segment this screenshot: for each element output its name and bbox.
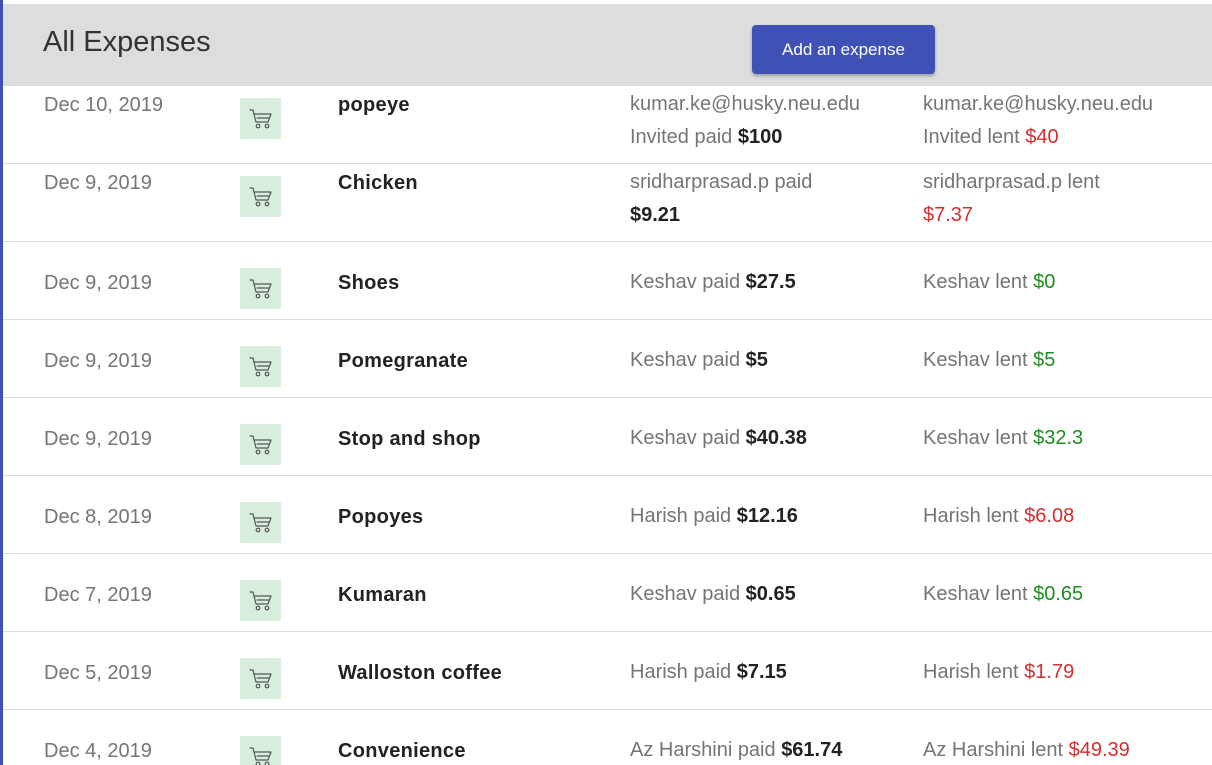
expense-row[interactable]: Dec 9, 2019 Chicken sridharprasad.p paid $… bbox=[3, 164, 1212, 242]
expenses-app: All Expenses Add an expense Dec 10, 2019… bbox=[0, 0, 1212, 765]
page-header: All Expenses Add an expense bbox=[3, 4, 1212, 86]
lent-info-label: Harish lent bbox=[923, 661, 1025, 683]
expense-date: Dec 10, 2019 bbox=[44, 94, 163, 116]
paid-info-amount: $100 bbox=[737, 126, 783, 148]
lent-info: kumar.ke@husky.neu.edu Invited lent $40 bbox=[923, 88, 1212, 154]
lent-info-amount: $0 bbox=[1033, 271, 1056, 293]
lent-info-amount: $49.39 bbox=[1068, 739, 1130, 761]
paid-info: Harish paid $12.16 bbox=[630, 500, 910, 533]
expense-row[interactable]: Dec 9, 2019 Stop and shop Keshav paid $40.… bbox=[3, 398, 1212, 476]
expense-description: Shoes bbox=[338, 272, 400, 294]
expense-date: Dec 9, 2019 bbox=[44, 350, 152, 372]
expense-description: Chicken bbox=[338, 172, 418, 194]
lent-info-amount: $40 bbox=[1025, 126, 1059, 148]
shopping-cart-icon bbox=[240, 98, 281, 139]
paid-info-label: Keshav paid bbox=[630, 583, 746, 605]
paid-info-label: Az Harshini paid bbox=[630, 739, 782, 761]
shopping-cart-icon bbox=[240, 176, 281, 217]
expense-row[interactable]: Dec 10, 2019 popeye kumar.ke@husky.neu.edu… bbox=[3, 86, 1212, 164]
shopping-cart-icon bbox=[240, 658, 281, 699]
expense-row[interactable]: Dec 9, 2019 Pomegranate Keshav paid $5 Kesh… bbox=[3, 320, 1212, 398]
paid-info-label: Harish paid bbox=[630, 505, 737, 527]
expense-row[interactable]: Dec 9, 2019 Shoes Keshav paid $27.5 Keshav … bbox=[3, 242, 1212, 320]
shopping-cart-icon bbox=[240, 346, 281, 387]
paid-info-label: Harish paid bbox=[630, 661, 737, 683]
paid-info-amount: $40.38 bbox=[745, 427, 807, 449]
paid-info: Keshav paid $40.38 bbox=[630, 422, 910, 455]
expense-date: Dec 4, 2019 bbox=[44, 740, 152, 762]
paid-info: Harish paid $7.15 bbox=[630, 656, 910, 689]
paid-info-label: Invited paid bbox=[630, 126, 738, 148]
lent-info-amount: $0.65 bbox=[1033, 583, 1084, 605]
paid-info: Az Harshini paid $61.74 bbox=[630, 734, 910, 765]
lent-info: Keshav lent $5 bbox=[923, 344, 1212, 377]
expense-description: Walloston coffee bbox=[338, 662, 503, 684]
lent-info-label: Keshav lent bbox=[923, 349, 1034, 371]
lent-info: Keshav lent $0 bbox=[923, 266, 1212, 299]
lent-info-label: Invited lent bbox=[923, 126, 1026, 148]
paid-info-email: kumar.ke@husky.neu.edu bbox=[630, 93, 861, 115]
lent-info-label: Keshav lent bbox=[923, 427, 1034, 449]
expense-date: Dec 7, 2019 bbox=[44, 584, 152, 606]
paid-info-label: Keshav paid bbox=[630, 271, 746, 293]
lent-info: Harish lent $6.08 bbox=[923, 500, 1212, 533]
paid-info-amount: $61.74 bbox=[781, 739, 843, 761]
shopping-cart-icon bbox=[240, 424, 281, 465]
paid-info-amount: $9.21 bbox=[630, 204, 681, 226]
lent-info-amount: $32.3 bbox=[1033, 427, 1084, 449]
expense-date: Dec 9, 2019 bbox=[44, 428, 152, 450]
lent-info: Keshav lent $32.3 bbox=[923, 422, 1212, 455]
lent-info-label: Az Harshini lent bbox=[923, 739, 1069, 761]
expense-date: Dec 9, 2019 bbox=[44, 172, 152, 194]
expense-row[interactable]: Dec 5, 2019 Walloston coffee Harish paid $… bbox=[3, 632, 1212, 710]
expense-description: Kumaran bbox=[338, 584, 427, 606]
paid-info-label: Keshav paid bbox=[630, 349, 746, 371]
paid-info-amount: $5 bbox=[745, 349, 768, 371]
lent-info-amount: $6.08 bbox=[1024, 505, 1075, 527]
expense-date: Dec 8, 2019 bbox=[44, 506, 152, 528]
lent-info: Harish lent $1.79 bbox=[923, 656, 1212, 689]
paid-info: Keshav paid $27.5 bbox=[630, 266, 910, 299]
paid-info-label: sridharprasad.p paid bbox=[630, 171, 813, 193]
lent-info: sridharprasad.p lent $7.37 bbox=[923, 166, 1212, 232]
expense-description: Pomegranate bbox=[338, 350, 469, 372]
paid-info: sridharprasad.p paid $9.21 bbox=[630, 166, 910, 232]
lent-info-amount: $1.79 bbox=[1024, 661, 1075, 683]
lent-info: Keshav lent $0.65 bbox=[923, 578, 1212, 611]
expense-row[interactable]: Dec 7, 2019 Kumaran Keshav paid $0.65 Kesha… bbox=[3, 554, 1212, 632]
lent-info-email: kumar.ke@husky.neu.edu bbox=[923, 93, 1154, 115]
paid-info: kumar.ke@husky.neu.edu Invited paid $100 bbox=[630, 88, 910, 154]
expense-description: Convenience bbox=[338, 740, 466, 762]
paid-info: Keshav paid $5 bbox=[630, 344, 910, 377]
paid-info-amount: $27.5 bbox=[745, 271, 796, 293]
expense-description: popeye bbox=[338, 94, 410, 116]
lent-info-amount: $5 bbox=[1033, 349, 1056, 371]
expense-row[interactable]: Dec 8, 2019 Popoyes Harish paid $12.16 Hari… bbox=[3, 476, 1212, 554]
expense-date: Dec 9, 2019 bbox=[44, 272, 152, 294]
paid-info-amount: $7.15 bbox=[736, 661, 787, 683]
lent-info: Az Harshini lent $49.39 bbox=[923, 734, 1212, 765]
shopping-cart-icon bbox=[240, 580, 281, 621]
lent-info-label: Harish lent bbox=[923, 505, 1025, 527]
expense-date: Dec 5, 2019 bbox=[44, 662, 152, 684]
lent-info-label: Keshav lent bbox=[923, 583, 1034, 605]
expense-row[interactable]: Dec 4, 2019 Convenience Az Harshini paid $… bbox=[3, 710, 1212, 765]
expense-description: Popoyes bbox=[338, 506, 424, 528]
paid-info-amount: $12.16 bbox=[736, 505, 798, 527]
shopping-cart-icon bbox=[240, 502, 281, 543]
add-expense-button[interactable]: Add an expense bbox=[752, 25, 935, 74]
expense-description: Stop and shop bbox=[338, 428, 481, 450]
lent-info-label: sridharprasad.p lent bbox=[923, 171, 1100, 193]
paid-info-label: Keshav paid bbox=[630, 427, 746, 449]
paid-info: Keshav paid $0.65 bbox=[630, 578, 910, 611]
shopping-cart-icon bbox=[240, 736, 281, 765]
lent-info-label: Keshav lent bbox=[923, 271, 1034, 293]
lent-info-amount: $7.37 bbox=[923, 204, 974, 226]
shopping-cart-icon bbox=[240, 268, 281, 309]
paid-info-amount: $0.65 bbox=[745, 583, 796, 605]
page-title: All Expenses bbox=[43, 26, 211, 58]
